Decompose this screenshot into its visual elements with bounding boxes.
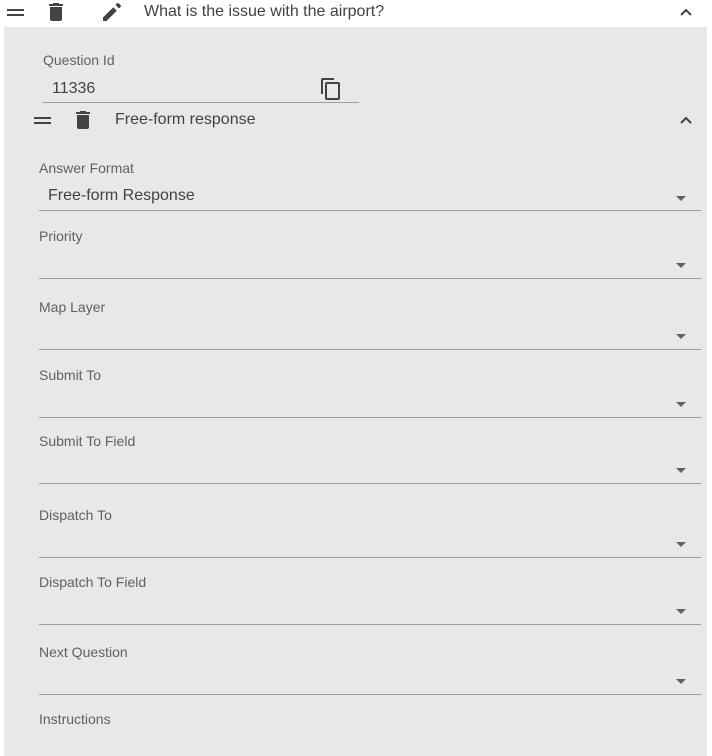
- answer-title: Free-form response: [115, 111, 256, 128]
- pencil-icon[interactable]: [103, 3, 121, 21]
- dispatch-to-label: Dispatch To: [39, 507, 112, 523]
- copy-icon[interactable]: [321, 78, 341, 100]
- dropdown-arrow-icon[interactable]: [676, 334, 686, 339]
- dropdown-arrow-icon[interactable]: [676, 542, 686, 547]
- instructions-label: Instructions: [39, 711, 111, 727]
- question-id-label: Question Id: [43, 52, 115, 68]
- answer-format-value[interactable]: Free-form Response: [48, 187, 195, 205]
- question-id-value[interactable]: 11336: [52, 80, 95, 98]
- dropdown-arrow-icon[interactable]: [676, 679, 686, 684]
- chevron-up-icon[interactable]: [680, 116, 692, 124]
- question-title: What is the issue with the airport?: [144, 3, 385, 20]
- dispatch-to-field-label: Dispatch To Field: [39, 574, 147, 590]
- question-id-underline: [43, 102, 359, 103]
- submit-to-field-label: Submit To Field: [39, 433, 136, 449]
- dispatch-to-underline: [39, 557, 701, 558]
- dropdown-arrow-icon[interactable]: [676, 468, 686, 473]
- submit-to-underline: [39, 417, 701, 418]
- dropdown-arrow-icon[interactable]: [676, 196, 686, 201]
- map-layer-underline: [39, 349, 701, 350]
- dropdown-arrow-icon[interactable]: [676, 263, 686, 268]
- answer-format-label: Answer Format: [39, 160, 134, 176]
- answer-format-underline: [39, 210, 701, 211]
- map-layer-label: Map Layer: [39, 299, 106, 315]
- next-question-label: Next Question: [39, 644, 128, 660]
- priority-label: Priority: [39, 228, 83, 244]
- dispatch-to-field-underline: [39, 624, 701, 625]
- dropdown-arrow-icon[interactable]: [676, 609, 686, 614]
- submit-to-label: Submit To: [39, 367, 101, 383]
- next-question-underline: [39, 694, 701, 695]
- drag-handle-icon[interactable]: [7, 6, 25, 18]
- drag-handle-icon[interactable]: [34, 114, 52, 126]
- trash-icon[interactable]: [49, 3, 63, 21]
- dropdown-arrow-icon[interactable]: [676, 402, 686, 407]
- submit-to-field-underline: [39, 483, 701, 484]
- priority-underline: [39, 278, 701, 279]
- chevron-up-icon[interactable]: [680, 8, 692, 16]
- trash-icon[interactable]: [76, 111, 90, 129]
